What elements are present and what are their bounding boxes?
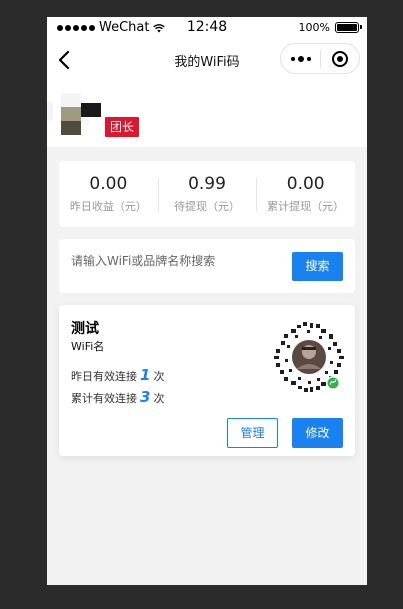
mini-program-qr-code[interactable] (273, 321, 345, 393)
nav-bar: 我的WiFi码 (47, 38, 367, 81)
stat-value: 0.00 (89, 174, 128, 194)
phone-screen: WeChat 12:48 100% 我的WiFi码 团长 0.00 昨日收益（元… (47, 17, 367, 585)
battery-percent: 100% (298, 21, 330, 34)
manage-button[interactable]: 管理 (227, 418, 278, 448)
profile-header: 团长 (47, 81, 367, 147)
wifi-name: 测试 (71, 321, 99, 337)
stat-value: 0.99 (188, 174, 226, 194)
stat-yesterday-earnings: 0.00 昨日收益（元） (59, 174, 158, 214)
stat-value: 0.00 (286, 174, 325, 194)
stat-label: 待提现（元） (174, 200, 240, 213)
more-dots-icon (290, 56, 295, 61)
search-input[interactable] (71, 254, 271, 268)
edit-button[interactable]: 修改 (292, 418, 343, 448)
stat-label: 昨日收益（元） (69, 200, 147, 213)
total-connections-count: 3 (140, 388, 151, 406)
stat-pending-withdrawal[interactable]: 0.99 待提现（元） (157, 174, 257, 214)
stat-label: 累计提现（元） (267, 200, 345, 213)
stats-card: 0.00 昨日收益（元） 0.99 待提现（元） 0.00 累计提现（元） (59, 161, 355, 227)
yesterday-connections-unit: 次 (153, 370, 165, 383)
total-connections: 累计有效连接 3 次 (71, 388, 164, 406)
search-card: 搜索 (59, 239, 355, 293)
status-bar: WeChat 12:48 100% (47, 17, 367, 38)
wifi-name-label: WiFi名 (71, 340, 105, 353)
role-badge: 团长 (105, 117, 140, 137)
total-connections-unit: 次 (153, 392, 165, 405)
close-mini-program-button[interactable] (321, 44, 359, 73)
more-menu-button[interactable] (281, 44, 320, 73)
battery-icon (335, 22, 362, 33)
total-connections-label: 累计有效连接 (71, 392, 137, 405)
avatar (47, 93, 101, 135)
mini-program-capsule (280, 43, 360, 74)
yesterday-connections-count: 1 (140, 366, 151, 384)
search-button[interactable]: 搜索 (292, 252, 343, 281)
target-circle-icon (331, 50, 348, 67)
mini-program-logo-icon (327, 377, 339, 389)
stat-total-withdrawn: 0.00 累计提现（元） (256, 174, 355, 214)
wifi-code-card: 测试 WiFi名 昨日有效连接 1 次 累计有效连接 3 次 管理 修改 (59, 305, 355, 456)
yesterday-connections-label: 昨日有效连接 (71, 370, 137, 383)
yesterday-connections: 昨日有效连接 1 次 (71, 366, 164, 384)
